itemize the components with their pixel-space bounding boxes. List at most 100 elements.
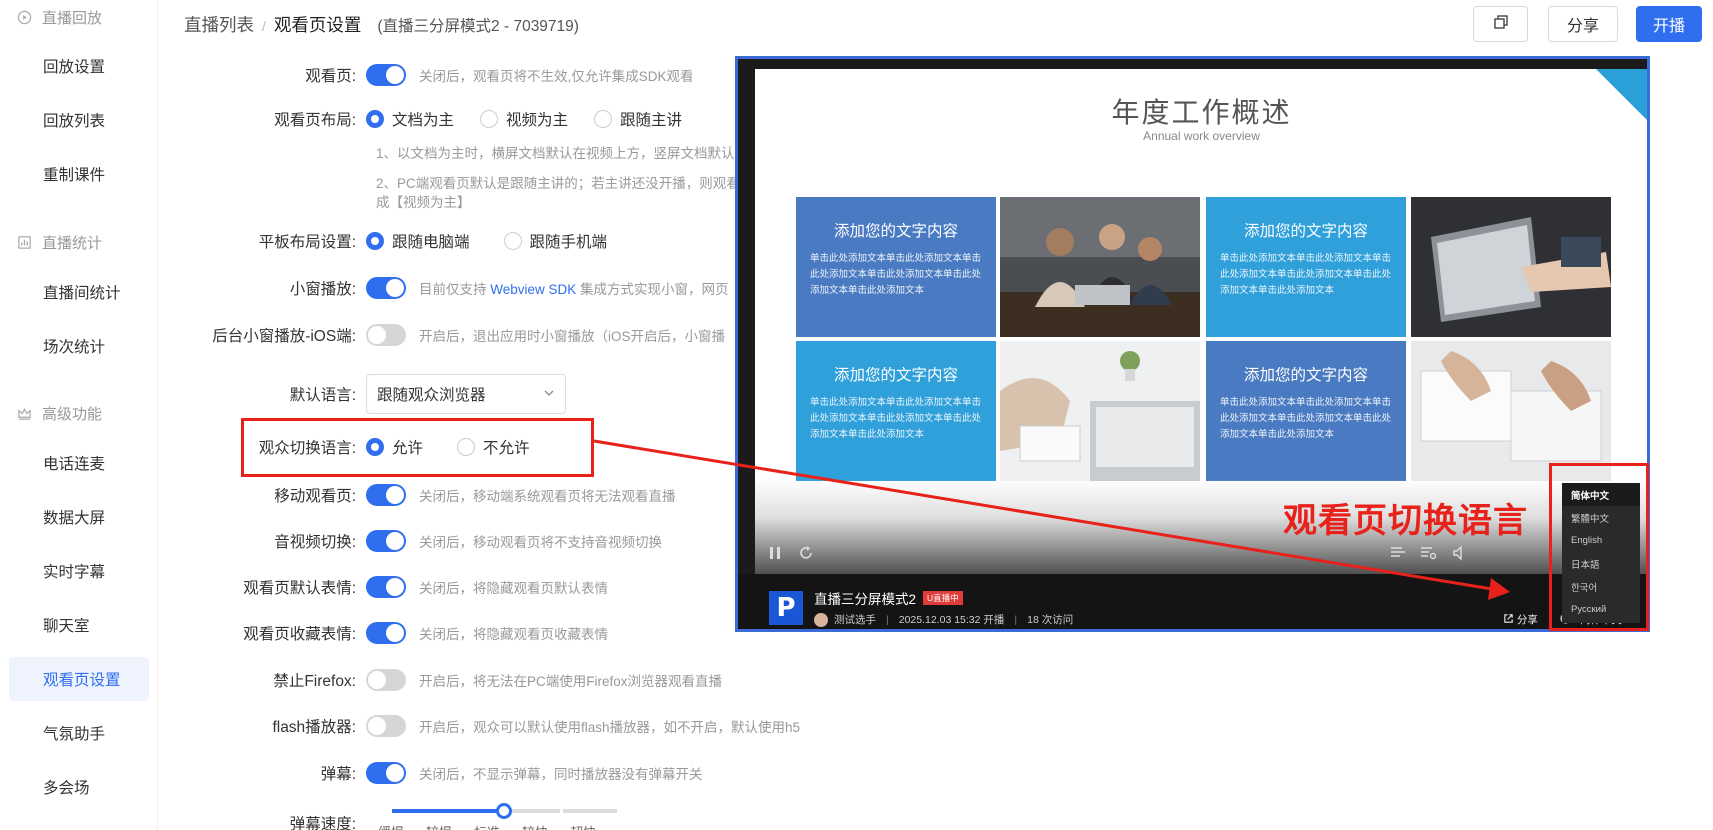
sidebar-group-label: 直播回放 <box>42 9 103 27</box>
slider-fill <box>392 809 504 813</box>
sidebar-item-label: 重制课件 <box>43 167 106 184</box>
slide-title: 年度工作概述 <box>1111 96 1292 129</box>
crown-icon <box>16 405 32 421</box>
layout-note-1: 1、以文档为主时，横屏文档默认在视频上方，竖屏文档默认 <box>376 146 735 161</box>
bg-mini-ios-label: 后台小窗播放-iOS端: <box>212 328 356 345</box>
default-emoji-label: 观看页默认表情: <box>243 580 356 597</box>
avatar <box>814 612 828 627</box>
sidebar-item-room-stats[interactable]: 直播间统计 <box>9 270 149 314</box>
slide-photo-desk <box>1000 341 1200 481</box>
sidebar-item-label: 电话连麦 <box>43 456 106 473</box>
slide-photo-documents <box>1411 341 1611 481</box>
watch-page-toggle[interactable] <box>366 64 406 86</box>
sidebar-item-watch-page-settings[interactable]: 观看页设置 <box>9 657 149 701</box>
radio-label: 文档为主 <box>392 112 455 129</box>
mobile-page-toggle[interactable] <box>366 484 406 506</box>
row-danmaku: 弹幕: 关闭后，不显示弹幕，同时播放器没有弹幕开关 <box>158 758 703 788</box>
refresh-icon[interactable] <box>798 545 814 565</box>
sidebar-item-data-screen[interactable]: 数据大屏 <box>9 495 149 539</box>
row-bg-mini-ios: 后台小窗播放-iOS端: 开启后，退出应用时小窗播放（iOS开启后，小窗播 <box>158 320 725 350</box>
sidebar-item-remake-courseware[interactable]: 重制课件 <box>9 152 149 196</box>
brand-logo: P <box>769 591 803 625</box>
mini-window-toggle[interactable] <box>366 277 406 299</box>
sidebar-item-atmosphere-assistant[interactable]: 气氛助手 <box>9 711 149 755</box>
radio-label: 跟随电脑端 <box>392 234 470 251</box>
flash-toggle[interactable] <box>366 715 406 737</box>
sidebar-group-advanced[interactable]: 高级功能 <box>0 400 158 426</box>
slide-photo-laptop <box>1411 197 1611 337</box>
sidebar-item-label: 数据大屏 <box>43 510 106 527</box>
radio-doc-main[interactable]: 文档为主 <box>366 108 454 130</box>
host-name: 测试选手 <box>834 614 876 626</box>
preview-share-button[interactable]: 分享 <box>1503 612 1538 627</box>
av-switch-toggle[interactable] <box>366 530 406 552</box>
row-watch-page: 观看页: 关闭后，观看页将不生效,仅允许集成SDK观看 <box>158 60 694 90</box>
radio-dot <box>366 232 384 250</box>
sidebar-group-stats[interactable]: 直播统计 <box>0 229 158 255</box>
slide-text-tile: 添加您的文字内容 单击此处添加文本单击此处添加文本单击此处添加文本单击此处添加文… <box>1206 197 1406 337</box>
av-switch-hint: 关闭后，移动观看页将不支持音视频切换 <box>419 535 662 550</box>
start-live-button[interactable]: 开播 <box>1636 6 1702 42</box>
room-id-label: (直播三分屏模式2 - 7039719) <box>377 18 579 35</box>
danmaku-hint: 关闭后，不显示弹幕，同时播放器没有弹幕开关 <box>419 767 703 782</box>
radio-label: 跟随手机端 <box>529 234 608 251</box>
slider-handle[interactable] <box>496 803 512 819</box>
tile-body: 单击此处添加文本单击此处添加文本单击此处添加文本单击此处添加文本单击此处添加文本… <box>1220 397 1392 440</box>
room-meta: 测试选手 | 2025.12.03 15:32 开播 | 18 次访问 <box>814 612 1073 627</box>
speed-option: 缓慢 <box>378 822 404 830</box>
row-default-language: 默认语言: 跟随观众浏览器 <box>158 373 566 415</box>
default-language-select[interactable]: 跟随观众浏览器 <box>366 374 566 414</box>
slide-text-tile: 添加您的文字内容 单击此处添加文本单击此处添加文本单击此处添加文本单击此处添加文… <box>1206 341 1406 481</box>
default-emoji-hint: 关闭后，将隐藏观看页默认表情 <box>419 581 608 596</box>
sidebar-group-playback[interactable]: 直播回放 <box>0 4 158 30</box>
row-tablet-layout: 平板布局设置: 跟随电脑端 跟随手机端 <box>158 226 633 256</box>
tile-body: 单击此处添加文本单击此处添加文本单击此处添加文本单击此处添加文本单击此处添加文本… <box>810 253 982 296</box>
breadcrumb-live-list[interactable]: 直播列表 <box>184 12 254 37</box>
radio-follow-presenter[interactable]: 跟随主讲 <box>594 108 682 130</box>
sidebar-item-label: 直播间统计 <box>43 285 121 302</box>
mini-window-label: 小窗播放: <box>289 281 356 298</box>
danmaku-speed-options: 缓慢 较慢 标准 较快 超快 <box>378 822 658 830</box>
watch-page-preview: 年度工作概述 Annual work overview 添加您的文字内容 单击此… <box>735 56 1650 632</box>
danmaku-speed-slider[interactable] <box>392 803 617 824</box>
layout-note-2b: 成【视频为主】 <box>376 195 471 210</box>
radio-follow-mobile[interactable]: 跟随手机端 <box>503 230 608 252</box>
slide-subtitle: Annual work overview <box>1143 129 1260 143</box>
fav-emoji-toggle[interactable] <box>366 622 406 644</box>
sidebar-item-label: 实时字幕 <box>43 564 106 581</box>
share-button[interactable]: 分享 <box>1548 6 1618 42</box>
sidebar-item-label: 场次统计 <box>43 339 106 356</box>
danmaku-label: 弹幕: <box>320 766 356 783</box>
sidebar-item-chatroom[interactable]: 聊天室 <box>9 603 149 647</box>
sidebar-item-live-subtitles[interactable]: 实时字幕 <box>9 549 149 593</box>
default-emoji-toggle[interactable] <box>366 576 406 598</box>
room-title: 直播三分屏模式2 <box>814 592 917 607</box>
sidebar-item-session-stats[interactable]: 场次统计 <box>9 324 149 368</box>
bg-mini-ios-toggle[interactable] <box>366 324 406 346</box>
sidebar-group-label: 直播统计 <box>42 234 103 252</box>
sidebar-item-playback-list[interactable]: 回放列表 <box>9 98 149 142</box>
webview-sdk-link[interactable]: Webview SDK <box>490 282 576 297</box>
radio-follow-pc[interactable]: 跟随电脑端 <box>366 230 470 252</box>
sidebar-item-playback-settings[interactable]: 回放设置 <box>9 44 149 88</box>
speed-option: 较快 <box>522 822 548 830</box>
copy-button[interactable] <box>1473 6 1528 42</box>
radio-video-main[interactable]: 视频为主 <box>480 108 568 130</box>
sidebar-item-multi-venue[interactable]: 多会场 <box>9 765 149 809</box>
annotation-label: 观看页切换语言 <box>1283 501 1528 541</box>
danmaku-toggle[interactable] <box>366 762 406 784</box>
firefox-toggle[interactable] <box>366 669 406 691</box>
sidebar-item-label: 多会场 <box>43 780 90 797</box>
layout-radio-group: 文档为主 视频为主 跟随主讲 <box>366 108 708 130</box>
tile-heading: 添加您的文字内容 <box>1243 367 1368 384</box>
danmaku-settings-icon[interactable] <box>1420 546 1437 564</box>
danmaku-icon[interactable] <box>1390 546 1406 564</box>
row-firefox: 禁止Firefox: 开启后，将无法在PC端使用Firefox浏览器观看直播 <box>158 665 722 695</box>
sidebar-item-phone-mic[interactable]: 电话连麦 <box>9 441 149 485</box>
tablet-layout-label: 平板布局设置: <box>258 234 356 251</box>
hint-text: 集成方式实现小窗，网页 <box>576 282 729 297</box>
pause-icon[interactable] <box>768 546 782 564</box>
sidebar-item-label: 气氛助手 <box>43 726 106 743</box>
volume-icon[interactable] <box>1452 545 1468 565</box>
sidebar-item-label: 回放列表 <box>43 113 106 130</box>
